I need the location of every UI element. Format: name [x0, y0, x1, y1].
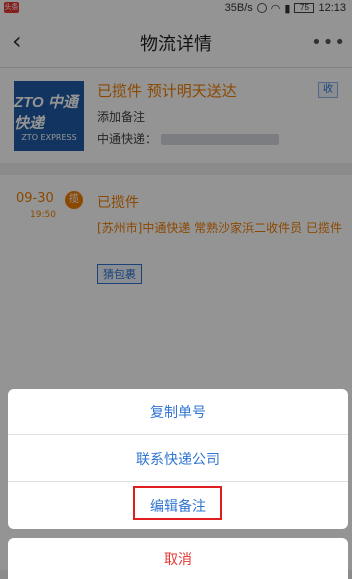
copy-tracking-button[interactable]: 复制单号: [8, 389, 348, 435]
contact-courier-button[interactable]: 联系快递公司: [8, 436, 348, 482]
cancel-button[interactable]: 取消: [8, 538, 348, 579]
edit-note-highlight: [133, 486, 222, 520]
